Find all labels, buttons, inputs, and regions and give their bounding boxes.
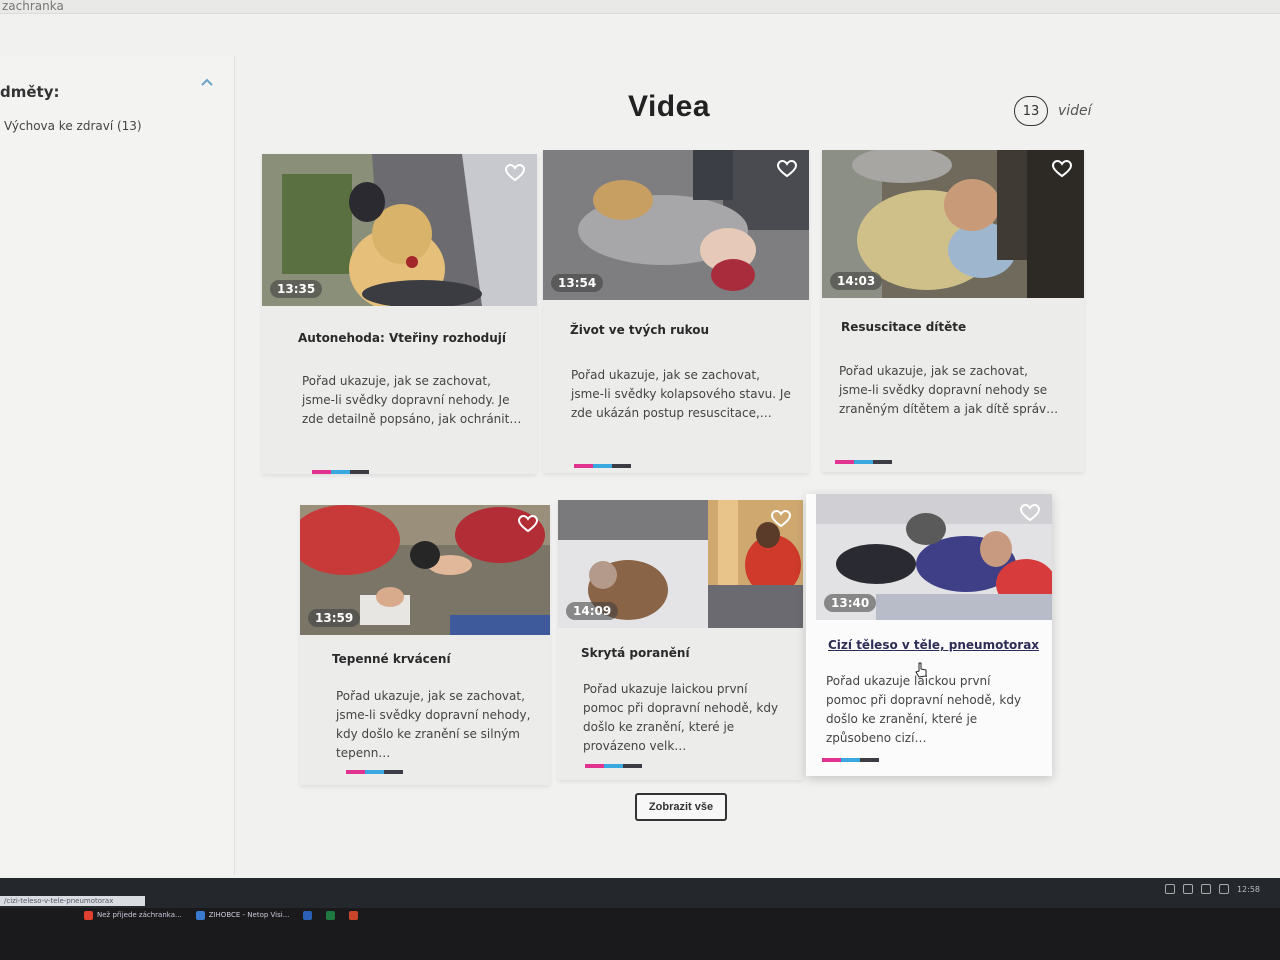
category-tags [346,770,403,774]
heart-icon[interactable] [771,510,791,528]
tag-dark [350,470,369,474]
show-all-button[interactable]: Zobrazit vše [635,793,727,821]
video-description: Pořad ukazuje, jak se zachovat, jsme-li … [571,368,791,420]
taskbar-item-excel[interactable] [322,907,339,923]
category-tags [574,464,631,468]
tag-pink [346,770,365,774]
category-tags [835,460,892,464]
taskbar-item-netop[interactable]: ZIHOBCE - Netop Visi... [192,907,294,923]
video-thumbnail[interactable]: 13:59 [300,505,550,635]
video-card[interactable]: 13:35 Autonehoda: Vteřiny rozhodují Pořa… [262,154,537,474]
video-card[interactable]: 13:59 Tepenné krvácení Pořad ukazuje, ja… [300,505,550,785]
volume-icon[interactable] [1182,884,1193,894]
video-duration: 14:09 [566,602,619,620]
video-thumbnail[interactable]: 14:03 [822,150,1084,298]
system-tray: 12:58 [1164,884,1260,894]
tag-blue [854,460,873,464]
video-card[interactable]: 13:54 Život ve tvých rukou Pořad ukazuje… [543,150,809,473]
video-description: Pořad ukazuje, jak se zachovat, jsme-li … [302,374,522,426]
tag-blue [604,764,623,768]
browser-icon [84,910,93,920]
tag-pink [585,764,604,768]
video-title[interactable]: Skrytá poranění [581,646,690,660]
video-title[interactable]: Tepenné krvácení [332,652,451,666]
powerpoint-icon [349,910,359,920]
video-card[interactable]: 14:09 Skrytá poranění Pořad ukazuje laic… [558,500,803,780]
taskbar-item-label: ZIHOBCE - Netop Visi... [208,911,290,919]
excel-icon [326,910,336,920]
category-tags [822,758,879,762]
tag-dark [860,758,879,762]
taskbar-item-word[interactable] [299,907,316,923]
tag-pink [822,758,841,762]
tag-dark [623,764,642,768]
video-duration: 14:03 [830,272,883,290]
tag-dark [384,770,403,774]
heart-icon[interactable] [505,164,525,182]
taskbar-apps: Než přijede záchranka... ZIHOBCE - Netop… [80,905,640,925]
video-card[interactable]: 14:03 Resuscitace dítěte Pořad ukazuje, … [822,150,1084,472]
tag-dark [873,460,892,464]
netop-icon [195,910,205,920]
browser-screen: zachranka dměty: Výchova ke zdraví (13) … [0,0,1280,905]
video-duration: 13:35 [270,280,323,298]
video-thumbnail[interactable]: 14:09 [558,500,803,628]
video-count-label: videí [1058,103,1092,119]
hand-cursor-icon [915,662,927,678]
page-title: Videa [628,90,710,123]
video-title[interactable]: Život ve tvých rukou [570,323,709,337]
video-thumbnail[interactable]: 13:35 [262,154,537,306]
tag-pink [312,470,331,474]
battery-icon[interactable] [1200,884,1211,894]
taskbar-item-browser[interactable]: Než přijede záchranka... [80,907,186,923]
filter-item-vychova-ke-zdravi[interactable]: Výchova ke zdraví (13) [4,119,142,133]
clock[interactable]: 12:58 [1237,885,1260,894]
tag-blue [841,758,860,762]
heart-icon[interactable] [1052,160,1072,178]
video-description: Pořad ukazuje laickou první pomoc při do… [583,682,779,753]
taskbar-item-label: Než přijede záchranka... [97,911,182,919]
video-description: Pořad ukazuje, jak se zachovat, jsme-li … [336,689,531,760]
tag-blue [365,770,384,774]
filter-sidebar: dměty: Výchova ke zdraví (13) [0,55,235,875]
tag-pink [835,460,854,464]
video-card[interactable]: 13:40 Cizí těleso v těle, pneumotorax Po… [806,494,1052,776]
filter-title: dměty: [0,83,60,101]
tag-blue [593,464,612,468]
heart-icon[interactable] [518,515,538,533]
video-count-badge: 13 [1014,96,1048,126]
heart-icon[interactable] [1020,504,1040,522]
heart-icon[interactable] [777,160,797,178]
video-title[interactable]: Cizí těleso v těle, pneumotorax [828,638,1039,652]
keyboard-icon[interactable] [1218,884,1229,894]
taskbar-item-powerpoint[interactable] [345,907,362,923]
tag-dark [612,464,631,468]
chevron-up-icon[interactable] [200,75,214,91]
tag-pink [574,464,593,468]
word-icon [303,910,313,920]
category-tags [312,470,369,474]
tag-blue [331,470,350,474]
video-title[interactable]: Resuscitace dítěte [841,320,966,334]
network-icon[interactable] [1164,884,1175,894]
video-description: Pořad ukazuje, jak se zachovat, jsme-li … [839,364,1059,416]
video-thumbnail[interactable]: 13:54 [543,150,809,300]
video-duration: 13:59 [308,609,361,627]
video-thumbnail[interactable]: 13:40 [816,494,1052,620]
video-duration: 13:40 [824,594,877,612]
video-count: 13 videí [1014,96,1092,126]
address-bar-fragment: zachranka [0,0,1280,14]
video-title[interactable]: Autonehoda: Vteřiny rozhodují [298,331,506,345]
os-taskbar: 12:58 [0,878,1280,908]
category-tags [585,764,642,768]
video-duration: 13:54 [551,274,604,292]
video-description: Pořad ukazuje laickou první pomoc při do… [826,674,1022,745]
